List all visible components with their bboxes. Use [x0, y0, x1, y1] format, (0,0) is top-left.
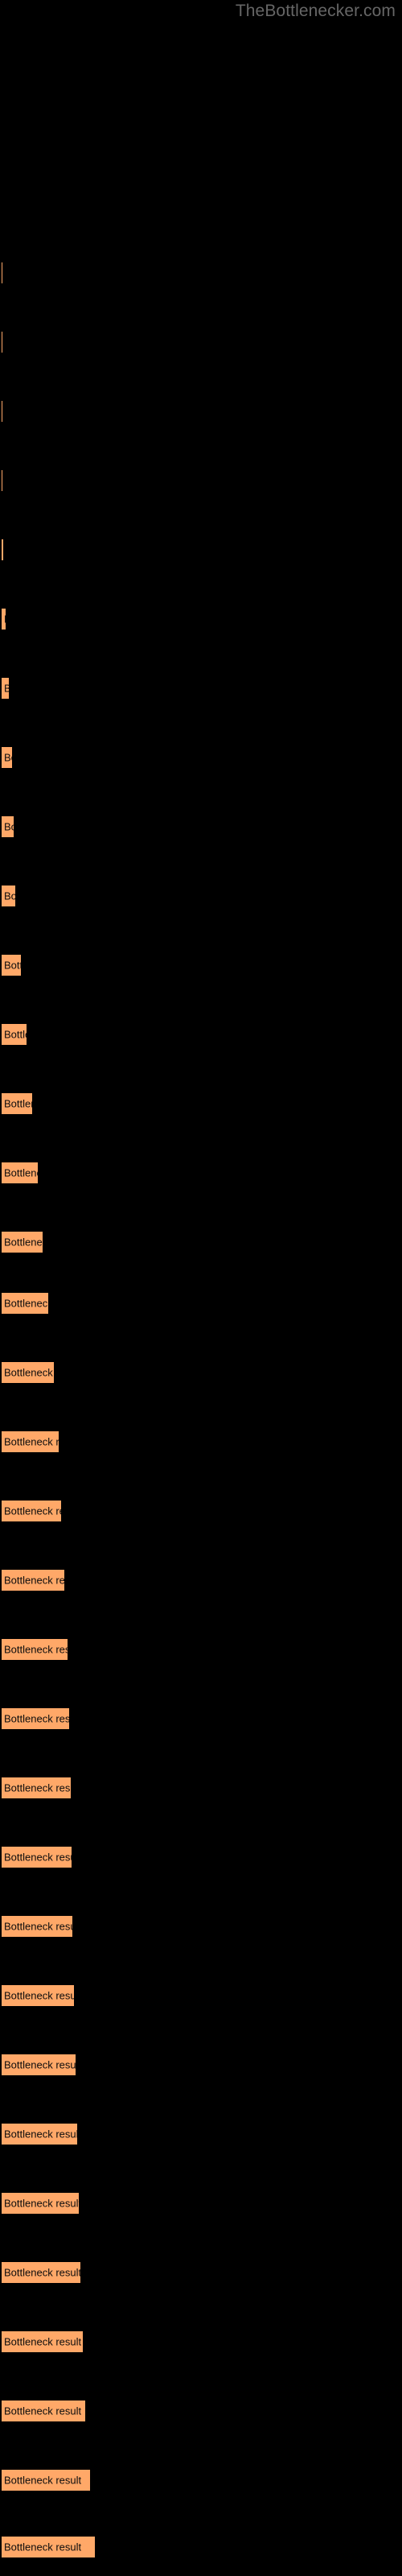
bar-row: Bottleneck result	[0, 1984, 402, 2007]
bar: Bottleneck result	[1, 677, 10, 700]
bar-row: Bottleneck result	[0, 1361, 402, 1384]
bar: Bottleneck result	[1, 2330, 84, 2353]
bar-label: Bottleneck result	[4, 2197, 80, 2210]
bar: Bottleneck result	[1, 2054, 76, 2076]
bar-row: Bottleneck result	[0, 2123, 402, 2145]
bar: Bottleneck result	[1, 400, 3, 423]
bar: Bottleneck result	[1, 1162, 39, 1184]
bar-row: Bottleneck result	[0, 262, 402, 284]
bar-row: Bottleneck result	[0, 1231, 402, 1253]
bar-label: Bottleneck result	[4, 683, 9, 695]
bar: Bottleneck result	[1, 746, 13, 769]
bar: Bottleneck result	[1, 608, 6, 630]
bar-label: Bottleneck result	[4, 1643, 68, 1656]
bar-row: Bottleneck result	[0, 815, 402, 838]
bar-row: Bottleneck result	[0, 1846, 402, 1868]
bar: Bottleneck result	[1, 1092, 33, 1115]
bar: Bottleneck result	[1, 954, 22, 976]
bar-label: Bottleneck result	[4, 1712, 70, 1725]
bar: Bottleneck result	[1, 2469, 91, 2491]
bar-label: Bottleneck result	[4, 1097, 32, 1110]
bar: Bottleneck result	[1, 1984, 75, 2007]
bar-row: Bottleneck result	[0, 885, 402, 907]
bar-label: Bottleneck result	[4, 1989, 75, 2002]
bar-chart-figure: TheBottlenecker.com Bottleneck resultBot…	[0, 0, 402, 2576]
bar-row: Bottleneck result	[0, 1292, 402, 1315]
bar: Bottleneck result	[1, 1638, 68, 1661]
bar-label: Bottleneck result	[4, 2541, 82, 2553]
bar-label: Bottleneck result	[4, 2128, 78, 2140]
bar: Bottleneck result	[1, 1569, 65, 1591]
bar: Bottleneck result	[1, 1707, 70, 1730]
bar: Bottleneck result	[1, 1231, 43, 1253]
bar-label: Bottleneck result	[4, 1781, 71, 1794]
bar: Bottleneck result	[1, 2192, 80, 2215]
bar: Bottleneck result	[1, 2261, 81, 2284]
bar: Bottleneck result	[1, 2536, 96, 2558]
bar: Bottleneck result	[1, 1500, 62, 1522]
bar-label: Bottleneck result	[4, 2474, 82, 2487]
bar-label: Bottleneck result	[4, 2058, 76, 2071]
bar: Bottleneck result	[1, 885, 16, 907]
bar-label: Bottleneck result	[4, 2266, 81, 2279]
bar: Bottleneck result	[1, 1023, 27, 1046]
bar-row: Bottleneck result	[0, 954, 402, 976]
bar-row: Bottleneck result	[0, 1162, 402, 1184]
bar: Bottleneck result	[1, 2400, 86, 2422]
bar: Bottleneck result	[1, 1292, 49, 1315]
bar-row: Bottleneck result	[0, 1569, 402, 1591]
bar-label: Bottleneck result	[4, 613, 6, 625]
bar-row: Bottleneck result	[0, 331, 402, 353]
bar: Bottleneck result	[1, 1430, 59, 1453]
bar-label: Bottleneck result	[4, 820, 14, 833]
bar-row: Bottleneck result	[0, 2192, 402, 2215]
bar-row: Bottleneck result	[0, 1023, 402, 1046]
bar-label: Bottleneck result	[4, 959, 21, 972]
bar: Bottleneck result	[1, 1777, 72, 1799]
plot-area: Bottleneck result Bottleneck result Bottle…	[0, 0, 402, 2576]
bar-label: Bottleneck result	[4, 751, 12, 764]
bar-row: Bottleneck result	[0, 539, 402, 561]
bar-row: Bottleneck result	[0, 2054, 402, 2076]
bar-row: Bottleneck result	[0, 2400, 402, 2422]
bar-row: Bottleneck result	[0, 469, 402, 492]
bar-label: Bottleneck result	[4, 1435, 59, 1448]
bar-label: Bottleneck result	[4, 890, 16, 902]
bar-row: Bottleneck result	[0, 608, 402, 630]
bar-label: Bottleneck result	[4, 1505, 61, 1517]
bar: Bottleneck result	[1, 469, 3, 492]
bar-label: Bottleneck result	[4, 1366, 54, 1379]
bar-row: Bottleneck result	[0, 1430, 402, 1453]
bar: Bottleneck result	[1, 2123, 78, 2145]
bar-row: Bottleneck result	[0, 1915, 402, 1938]
bar-row: Bottleneck result	[0, 2536, 402, 2558]
bar-label: Bottleneck result	[4, 1236, 43, 1249]
bar-row: Bottleneck result	[0, 1638, 402, 1661]
bar-row: Bottleneck result	[0, 1707, 402, 1730]
bar-label: Bottleneck result	[4, 2335, 82, 2348]
bar-label: Bottleneck result	[4, 1166, 38, 1179]
bar: Bottleneck result	[1, 1361, 55, 1384]
bar-row: Bottleneck result	[0, 2330, 402, 2353]
bar-label: Bottleneck result	[4, 1851, 72, 1864]
bar-row: Bottleneck result	[0, 1777, 402, 1799]
bar-row: Bottleneck result	[0, 2469, 402, 2491]
bar-row: Bottleneck result	[0, 1092, 402, 1115]
bar: Bottleneck result	[1, 1915, 73, 1938]
bar: Bottleneck result	[1, 262, 3, 284]
bar-row: Bottleneck result	[0, 2261, 402, 2284]
bar: Bottleneck result	[1, 815, 14, 838]
bar-label: Bottleneck result	[4, 1028, 27, 1041]
bar-row: Bottleneck result	[0, 677, 402, 700]
bar-row: Bottleneck result	[0, 746, 402, 769]
bar-row: Bottleneck result	[0, 400, 402, 423]
bar: Bottleneck result	[1, 331, 3, 353]
bar-label: Bottleneck result	[4, 1574, 65, 1587]
bar: Bottleneck result	[1, 539, 4, 561]
bar-row: Bottleneck result	[0, 1500, 402, 1522]
bar: Bottleneck result	[1, 1846, 72, 1868]
bar-label: Bottleneck result	[4, 2405, 82, 2417]
bar-label: Bottleneck result	[4, 1297, 49, 1310]
bar-label: Bottleneck result	[4, 1920, 72, 1933]
